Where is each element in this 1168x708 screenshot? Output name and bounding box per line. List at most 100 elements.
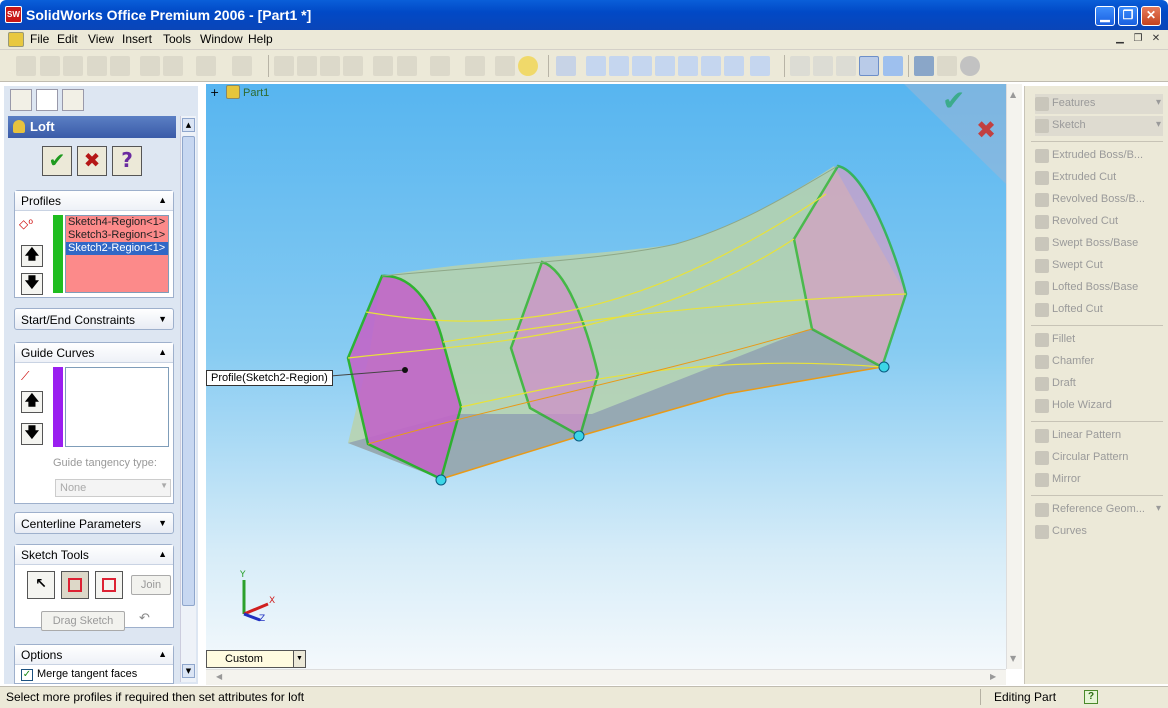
tree-expand-icon[interactable]: +: [210, 86, 219, 99]
view-orientation-icon[interactable]: [556, 56, 576, 76]
horizontal-scrollbar[interactable]: ◀ ▶: [206, 669, 1006, 685]
command-item[interactable]: Linear Pattern: [1035, 426, 1163, 446]
command-item[interactable]: Circular Pattern: [1035, 448, 1163, 468]
command-item[interactable]: Swept Cut: [1035, 256, 1163, 276]
sketch-tools-header[interactable]: Sketch Tools ▲: [15, 545, 173, 565]
zoom-to-area-icon[interactable]: [609, 56, 629, 76]
new-icon[interactable]: [16, 56, 36, 76]
menu-window[interactable]: Window: [200, 32, 243, 46]
redo-icon[interactable]: [232, 56, 252, 76]
scroll-thumb[interactable]: [182, 136, 195, 606]
command-item[interactable]: Mirror: [1035, 470, 1163, 490]
scroll-up-icon[interactable]: ▲: [1010, 90, 1016, 99]
feature-manager-tab-icon[interactable]: [10, 89, 32, 111]
scroll-right-icon[interactable]: ▶: [990, 672, 996, 681]
vertical-scrollbar[interactable]: ▲ ▼: [1006, 84, 1022, 669]
menu-help[interactable]: Help: [248, 32, 273, 46]
command-item[interactable]: Draft: [1035, 374, 1163, 394]
list-item[interactable]: Sketch3-Region<1>: [66, 229, 168, 242]
select-pointer-button[interactable]: ↖: [27, 571, 55, 599]
guide-move-up-button[interactable]: 🡅: [21, 391, 43, 413]
confirm-ok-icon[interactable]: ✔: [942, 84, 965, 117]
command-item[interactable]: Revolved Boss/B...: [1035, 190, 1163, 210]
tree-part-label[interactable]: Part1: [243, 87, 269, 99]
sketch-icon[interactable]: [320, 56, 340, 76]
command-item[interactable]: Features ▾: [1035, 94, 1163, 114]
dropdown-arrow-icon[interactable]: ▼: [293, 651, 305, 667]
menu-file[interactable]: File: [30, 32, 49, 46]
previous-view-icon[interactable]: [724, 56, 744, 76]
smart-dimension-icon[interactable]: [343, 56, 363, 76]
mdi-minimize-icon[interactable]: ▁: [1112, 32, 1128, 46]
confirm-cancel-icon[interactable]: ✖: [976, 116, 996, 144]
rebuild-icon[interactable]: [430, 56, 450, 76]
properties-icon[interactable]: [495, 56, 515, 76]
dropdown-arrow-icon[interactable]: ▾: [1156, 503, 1161, 514]
copy-icon[interactable]: [163, 56, 183, 76]
options-icon[interactable]: [397, 56, 417, 76]
undo-icon[interactable]: [196, 56, 216, 76]
document-icon[interactable]: [8, 32, 24, 47]
view-orientation-select[interactable]: Custom ▼: [206, 650, 306, 668]
list-item[interactable]: Sketch4-Region<1>: [66, 216, 168, 229]
sketch-edit-tool-button[interactable]: [95, 571, 123, 599]
mdi-restore-icon[interactable]: ❐: [1130, 32, 1146, 46]
configuration-manager-tab-icon[interactable]: [62, 89, 84, 111]
connector-handle[interactable]: [435, 474, 447, 486]
open-icon[interactable]: [40, 56, 60, 76]
status-help-icon[interactable]: ?: [1084, 690, 1098, 704]
command-item[interactable]: Curves: [1035, 522, 1163, 542]
command-item[interactable]: Extruded Cut: [1035, 168, 1163, 188]
menu-view[interactable]: View: [88, 32, 114, 46]
dropdown-arrow-icon[interactable]: ▾: [1156, 119, 1161, 130]
list-item-selected[interactable]: Sketch2-Region<1>: [66, 242, 168, 255]
move-up-button[interactable]: 🡅: [21, 245, 43, 267]
guide-curves-header[interactable]: Guide Curves ▲: [15, 343, 173, 363]
print-icon[interactable]: [87, 56, 107, 76]
command-item[interactable]: Reference Geom... ▾: [1035, 500, 1163, 520]
hidden-lines-visible-icon[interactable]: [813, 56, 833, 76]
scroll-up-icon[interactable]: ▲: [182, 118, 195, 132]
cut-icon[interactable]: [140, 56, 160, 76]
profiles-list[interactable]: Sketch4-Region<1> Sketch3-Region<1> Sket…: [65, 215, 169, 293]
graphics-area[interactable]: + Part1 ✔ ✖ Profile(Sketch2-Region) Y X …: [206, 84, 1006, 669]
cancel-button[interactable]: ✖: [77, 146, 107, 176]
hidden-lines-removed-icon[interactable]: [836, 56, 856, 76]
pan-icon[interactable]: [701, 56, 721, 76]
close-icon[interactable]: ✕: [1141, 6, 1161, 26]
guide-move-down-button[interactable]: 🡇: [21, 423, 43, 445]
command-item[interactable]: Lofted Cut: [1035, 300, 1163, 320]
minimize-icon[interactable]: ▁: [1095, 6, 1115, 26]
command-item[interactable]: Fillet: [1035, 330, 1163, 350]
command-item[interactable]: Lofted Boss/Base: [1035, 278, 1163, 298]
shadows-icon[interactable]: [914, 56, 934, 76]
help-toolbar-icon[interactable]: [518, 56, 538, 76]
command-item[interactable]: Chamfer: [1035, 352, 1163, 372]
drag-sketch-button[interactable]: Drag Sketch: [41, 611, 125, 631]
guide-tangency-select[interactable]: None ▼: [55, 479, 171, 497]
undo-drag-icon[interactable]: ↶: [139, 611, 150, 626]
dropdown-arrow-icon[interactable]: ▾: [1156, 97, 1161, 108]
shaded-icon[interactable]: [883, 56, 903, 76]
realview-icon[interactable]: [960, 56, 980, 76]
merge-tangent-checkbox[interactable]: ✓: [21, 669, 33, 681]
menu-insert[interactable]: Insert: [122, 32, 152, 46]
zoom-selection-icon[interactable]: [655, 56, 675, 76]
connector-handle[interactable]: [573, 430, 585, 442]
menu-tools[interactable]: Tools: [163, 32, 191, 46]
profiles-header[interactable]: Profiles ▲: [15, 191, 173, 211]
menu-edit[interactable]: Edit: [57, 32, 78, 46]
measure-icon[interactable]: [465, 56, 485, 76]
options-header[interactable]: Options ▲: [15, 645, 173, 665]
zoom-to-fit-icon[interactable]: [586, 56, 606, 76]
panel-scrollbar[interactable]: ▲ ▼: [180, 116, 196, 682]
shaded-with-edges-icon[interactable]: [859, 56, 879, 76]
zoom-in-out-icon[interactable]: [632, 56, 652, 76]
property-manager-tab-icon[interactable]: [36, 89, 58, 111]
join-button[interactable]: Join: [131, 575, 171, 595]
app-icon[interactable]: SW: [5, 6, 22, 23]
select-filter-icon[interactable]: [297, 56, 317, 76]
part-icon[interactable]: [226, 85, 240, 99]
command-item[interactable]: Swept Boss/Base: [1035, 234, 1163, 254]
scroll-down-icon[interactable]: ▼: [182, 664, 195, 678]
